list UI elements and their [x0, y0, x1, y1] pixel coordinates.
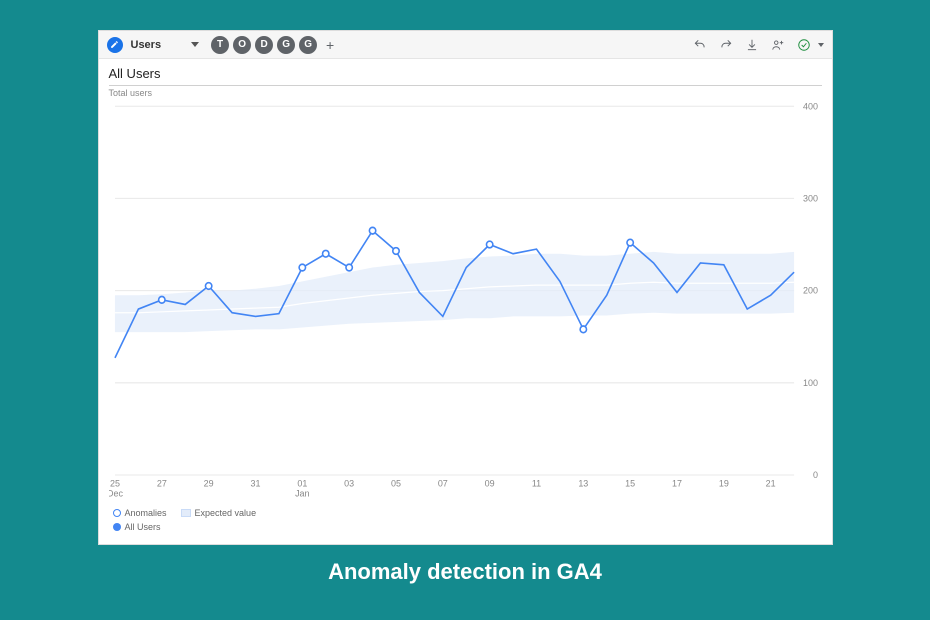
svg-text:03: 03: [344, 478, 354, 488]
segment-dropdown[interactable]: Users: [131, 39, 200, 51]
svg-text:200: 200: [803, 286, 818, 296]
insights-button[interactable]: [794, 35, 814, 55]
chip[interactable]: G: [277, 36, 295, 54]
chevron-down-icon[interactable]: [818, 43, 824, 47]
add-segment-button[interactable]: +: [321, 36, 339, 54]
undo-button[interactable]: [690, 35, 710, 55]
chip[interactable]: G: [299, 36, 317, 54]
chip[interactable]: T: [211, 36, 229, 54]
series-marker-icon: [113, 523, 121, 531]
legend-expected: Expected value: [181, 508, 257, 518]
svg-text:11: 11: [531, 478, 540, 488]
legend: Anomalies Expected value All Users: [99, 504, 832, 544]
chart-title: All Users: [109, 66, 161, 81]
line-chart: 0 100 200 300 400 25Dec 27 29 31 01Jan 03 05 07 09 11 1…: [109, 100, 822, 504]
svg-text:01: 01: [297, 478, 307, 488]
redo-button[interactable]: [716, 35, 736, 55]
edit-icon[interactable]: [107, 37, 123, 53]
svg-text:21: 21: [765, 478, 775, 488]
legend-anomalies: Anomalies: [113, 508, 167, 518]
svg-text:400: 400: [803, 101, 818, 111]
svg-text:09: 09: [484, 478, 494, 488]
chart-header: All Users: [99, 59, 832, 85]
toolbar: Users T O D G G +: [99, 31, 832, 59]
svg-text:15: 15: [625, 478, 635, 488]
chevron-down-icon: [191, 42, 199, 47]
chart-subtitle: Total users: [109, 86, 822, 100]
anomaly-marker-icon: [113, 509, 121, 517]
svg-text:0: 0: [813, 470, 818, 480]
svg-text:29: 29: [203, 478, 213, 488]
svg-text:Dec: Dec: [109, 489, 123, 499]
svg-text:05: 05: [390, 478, 400, 488]
svg-text:27: 27: [156, 478, 166, 488]
svg-text:Jan: Jan: [295, 489, 309, 499]
share-button[interactable]: [768, 35, 788, 55]
svg-text:25: 25: [109, 478, 119, 488]
svg-text:300: 300: [803, 193, 818, 203]
segment-chips: T O D G G +: [211, 36, 339, 54]
svg-text:100: 100: [803, 378, 818, 388]
svg-text:31: 31: [250, 478, 260, 488]
svg-text:17: 17: [672, 478, 682, 488]
svg-text:19: 19: [718, 478, 728, 488]
svg-text:13: 13: [578, 478, 588, 488]
legend-series: All Users: [113, 522, 161, 532]
caption: Anomaly detection in GA4: [328, 559, 602, 585]
chip[interactable]: D: [255, 36, 273, 54]
segment-label: Users: [131, 39, 162, 51]
download-button[interactable]: [742, 35, 762, 55]
chart-area: 0 100 200 300 400 25Dec 27 29 31 01Jan 03 05 07 09 11 1…: [99, 100, 832, 504]
expected-band-icon: [181, 509, 191, 517]
chip[interactable]: O: [233, 36, 251, 54]
analytics-panel: Users T O D G G + All Users: [98, 30, 833, 545]
svg-text:07: 07: [437, 478, 447, 488]
